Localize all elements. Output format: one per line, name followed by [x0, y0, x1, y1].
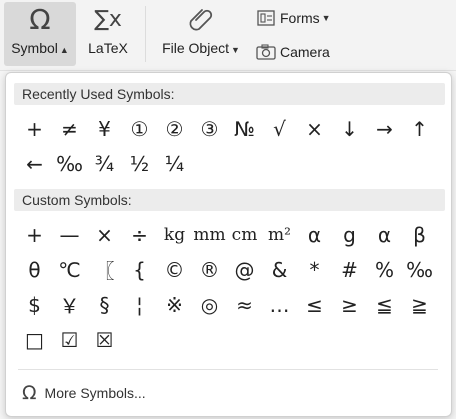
- custom-symbol[interactable]: ≤: [297, 287, 332, 322]
- chevron-down-icon: ▼: [231, 45, 240, 55]
- custom-symbol[interactable]: ◎: [192, 287, 227, 322]
- chevron-down-icon: ▼: [321, 13, 331, 23]
- custom-symbol[interactable]: ¦: [122, 287, 157, 322]
- latex-button[interactable]: ∑x LaTeX: [80, 2, 136, 66]
- latex-label: LaTeX: [88, 40, 128, 56]
- recent-symbol[interactable]: №: [227, 111, 262, 146]
- custom-symbol[interactable]: ≥: [332, 287, 367, 322]
- recent-symbol[interactable]: ×: [297, 111, 332, 146]
- recent-symbol[interactable]: ←: [17, 146, 52, 181]
- forms-label: Forms: [280, 10, 320, 26]
- custom-symbol[interactable]: —: [52, 217, 87, 252]
- menu-divider: [18, 369, 438, 370]
- recent-symbol[interactable]: ¾: [87, 146, 122, 181]
- custom-symbol[interactable]: ￥: [52, 287, 87, 322]
- custom-symbol[interactable]: *: [297, 252, 332, 287]
- custom-symbol[interactable]: ☑: [52, 322, 87, 357]
- custom-symbol[interactable]: ‰: [402, 252, 437, 287]
- custom-symbol[interactable]: §: [87, 287, 122, 322]
- recent-symbol[interactable]: →: [367, 111, 402, 146]
- custom-symbol[interactable]: cm: [227, 217, 262, 252]
- more-symbols-button[interactable]: Ω More Symbols...: [22, 380, 146, 406]
- recent-symbols-header: Recently Used Symbols:: [14, 83, 445, 105]
- omega-icon: Ω: [22, 382, 37, 404]
- custom-symbol[interactable]: ®: [192, 252, 227, 287]
- custom-symbol[interactable]: $: [17, 287, 52, 322]
- recent-symbol[interactable]: ≠: [52, 111, 87, 146]
- recent-symbol[interactable]: ‰: [52, 146, 87, 181]
- symbol-button[interactable]: Ω Symbol ▲: [4, 2, 76, 66]
- recent-symbol[interactable]: ③: [192, 111, 227, 146]
- recent-symbol[interactable]: ¼: [157, 146, 192, 181]
- custom-symbols-header: Custom Symbols:: [14, 189, 445, 211]
- custom-symbol[interactable]: ÷: [122, 217, 157, 252]
- custom-symbol[interactable]: ≦: [367, 287, 402, 322]
- paperclip-icon: [186, 2, 216, 36]
- forms-button[interactable]: Forms ▼: [256, 6, 331, 30]
- file-object-button[interactable]: File Object ▼: [156, 2, 246, 66]
- omega-icon: Ω: [29, 2, 51, 36]
- custom-symbol[interactable]: @: [227, 252, 262, 287]
- custom-symbol[interactable]: α: [297, 217, 332, 252]
- custom-symbol[interactable]: &: [262, 252, 297, 287]
- custom-symbol[interactable]: □: [17, 322, 52, 357]
- ribbon: Ω Symbol ▲ ∑x LaTeX File Object ▼ Forms ▼: [0, 0, 456, 71]
- camera-label: Camera: [280, 44, 330, 60]
- recent-symbol[interactable]: ①: [122, 111, 157, 146]
- custom-symbol[interactable]: #: [332, 252, 367, 287]
- symbol-dropdown: Recently Used Symbols: + ≠ ¥ ① ② ③ № √ × ↓ → ↑ ← ‰ ¾ ½ ¼…: [5, 72, 452, 417]
- custom-symbol[interactable]: θ: [17, 252, 52, 287]
- file-object-label: File Object: [162, 40, 229, 56]
- custom-symbol[interactable]: 〖: [87, 252, 122, 287]
- custom-symbol[interactable]: α: [367, 217, 402, 252]
- more-symbols-label: More Symbols...: [44, 385, 146, 401]
- recent-symbol[interactable]: ↑: [402, 111, 437, 146]
- ribbon-separator: [145, 6, 146, 62]
- recent-symbol[interactable]: √: [262, 111, 297, 146]
- custom-symbol[interactable]: +: [17, 217, 52, 252]
- recent-symbol[interactable]: ½: [122, 146, 157, 181]
- chevron-up-icon: ▲: [59, 45, 69, 55]
- custom-symbol[interactable]: ≧: [402, 287, 437, 322]
- custom-symbol[interactable]: kg: [157, 217, 192, 252]
- symbol-label: Symbol: [11, 40, 58, 56]
- custom-symbol[interactable]: ℃: [52, 252, 87, 287]
- custom-symbol[interactable]: ×: [87, 217, 122, 252]
- custom-symbol[interactable]: %: [367, 252, 402, 287]
- custom-symbol[interactable]: ≈: [227, 287, 262, 322]
- recent-symbol[interactable]: ②: [157, 111, 192, 146]
- form-icon: [256, 10, 276, 26]
- camera-button[interactable]: Camera: [256, 40, 330, 64]
- custom-symbol[interactable]: mm: [192, 217, 227, 252]
- custom-symbol[interactable]: ©: [157, 252, 192, 287]
- custom-symbol[interactable]: ※: [157, 287, 192, 322]
- custom-symbol[interactable]: β: [402, 217, 437, 252]
- custom-symbol[interactable]: g: [332, 217, 367, 252]
- custom-symbols-grid: + — × ÷ kg mm cm m² α g α β θ ℃ 〖{© ® @ & * #% ‰ $ ￥ § ¦ ※ ◎ ≈… ≤ ≥ ≦ ≧…: [17, 217, 437, 357]
- camera-icon: [256, 44, 276, 60]
- custom-symbol[interactable]: ☒: [87, 322, 122, 357]
- recent-symbols-grid: + ≠ ¥ ① ② ③ № √ × ↓ → ↑ ← ‰ ¾ ½ ¼: [17, 111, 437, 181]
- recent-symbol[interactable]: ¥: [87, 111, 122, 146]
- custom-symbol[interactable]: m²: [262, 217, 297, 252]
- recent-symbol[interactable]: ↓: [332, 111, 367, 146]
- sigma-icon: ∑x: [94, 6, 122, 32]
- custom-symbol[interactable]: {: [122, 252, 157, 287]
- recent-symbol[interactable]: +: [17, 111, 52, 146]
- custom-symbol[interactable]: …: [262, 287, 297, 322]
